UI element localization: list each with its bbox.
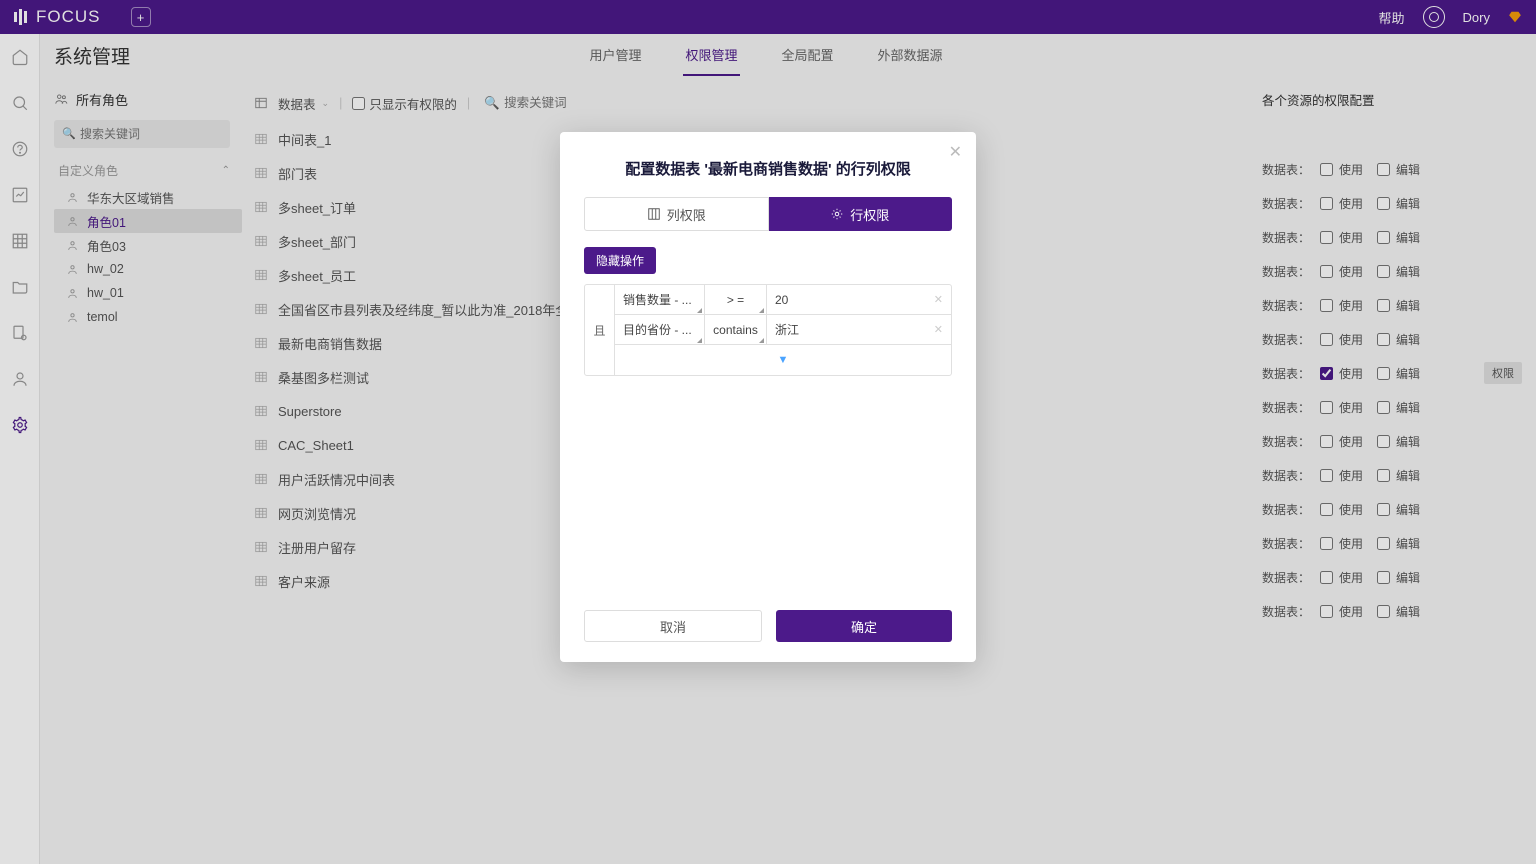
modal-tab-row[interactable]: 行权限 bbox=[769, 197, 953, 231]
condition-row: 目的省份 - ...contains浙江✕ bbox=[615, 315, 951, 345]
condition-value[interactable]: 20✕ bbox=[767, 285, 951, 314]
gear-icon bbox=[830, 207, 844, 221]
logic-cell[interactable]: 且 bbox=[585, 285, 615, 375]
column-icon bbox=[647, 207, 661, 221]
add-condition-button[interactable]: ▼ bbox=[615, 345, 951, 375]
condition-op[interactable]: contains bbox=[705, 315, 767, 344]
clear-icon[interactable]: ✕ bbox=[934, 293, 943, 306]
ok-button[interactable]: 确定 bbox=[776, 610, 952, 642]
row-col-permission-modal: ✕ 配置数据表 '最新电商销售数据' 的行列权限 列权限 行权限 隐藏操作 且 … bbox=[560, 132, 976, 662]
hide-operation-button[interactable]: 隐藏操作 bbox=[584, 247, 656, 274]
clear-icon[interactable]: ✕ bbox=[934, 323, 943, 336]
condition-value[interactable]: 浙江✕ bbox=[767, 315, 951, 344]
condition-field[interactable]: 目的省份 - ... bbox=[615, 315, 705, 344]
condition-field[interactable]: 销售数量 - ... bbox=[615, 285, 705, 314]
modal-overlay: ✕ 配置数据表 '最新电商销售数据' 的行列权限 列权限 行权限 隐藏操作 且 … bbox=[0, 0, 1536, 864]
modal-title: 配置数据表 '最新电商销售数据' 的行列权限 bbox=[584, 158, 952, 179]
close-icon[interactable]: ✕ bbox=[949, 142, 962, 162]
modal-tab-column[interactable]: 列权限 bbox=[584, 197, 769, 231]
condition-row: 销售数量 - ...> =20✕ bbox=[615, 285, 951, 315]
cancel-button[interactable]: 取消 bbox=[584, 610, 762, 642]
condition-op[interactable]: > = bbox=[705, 285, 767, 314]
